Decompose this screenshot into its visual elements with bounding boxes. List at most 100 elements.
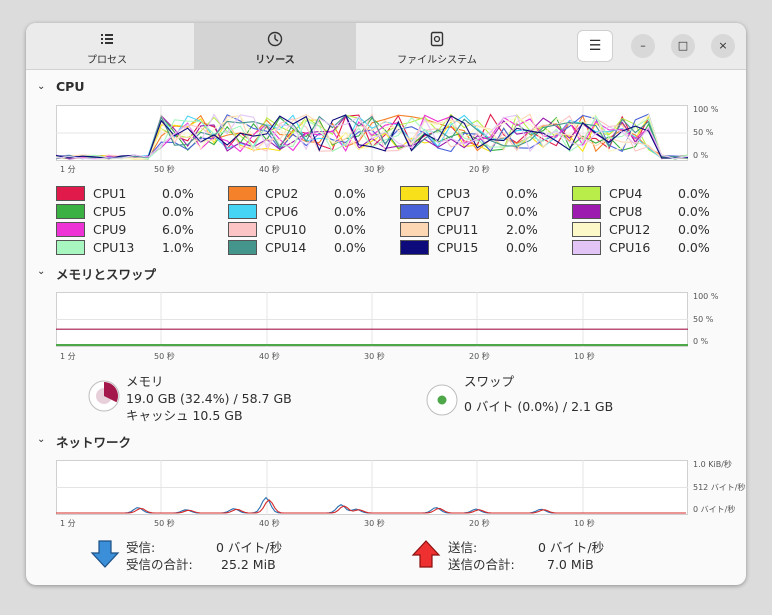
swap-pie-icon[interactable] [426,384,458,416]
cpu-color-swatch[interactable] [228,240,257,255]
network-x-tick: 20 秒 [469,519,490,528]
cpu-x-tick: 1 分 [60,165,76,174]
memory-y-tick: 0 % [693,337,709,346]
cpu-usage-value: 0.0% [678,240,710,255]
receive-rate: 0 バイト/秒 [216,540,283,555]
tab-resources[interactable]: リソース [194,23,356,69]
cpu-legend-item: CPU9 6.0% [56,222,226,239]
cpu-x-tick: 20 秒 [469,165,490,174]
header-bar: プロセス リソース ファイルシステム ☰ – □ × [26,23,746,70]
cpu-expander-chevron-icon[interactable]: ⌄ [37,81,45,92]
memory-y-tick: 100 % [693,292,719,301]
cpu-name: CPU15 [437,240,479,255]
cpu-legend-item: CPU6 0.0% [228,204,398,221]
cpu-name: CPU6 [265,204,299,219]
cpu-color-swatch[interactable] [400,222,429,237]
memory-pie-icon[interactable] [88,380,120,412]
cpu-color-swatch[interactable] [400,204,429,219]
cpu-usage-value: 0.0% [334,186,366,201]
memory-graph-canvas [56,292,688,347]
receive-total-label: 受信の合計: [126,557,193,572]
cpu-usage-value: 0.0% [334,222,366,237]
cpu-legend-item: CPU13 1.0% [56,240,226,257]
maximize-button[interactable]: □ [671,34,695,58]
cpu-legend-item: CPU7 0.0% [400,204,570,221]
network-x-tick: 30 秒 [364,519,385,528]
network-section-title[interactable]: ネットワーク [56,432,131,451]
cpu-legend-item: CPU11 2.0% [400,222,570,239]
cpu-legend-item: CPU10 0.0% [228,222,398,239]
cpu-color-swatch[interactable] [228,186,257,201]
cpu-name: CPU13 [93,240,135,255]
cpu-usage-value: 0.0% [162,204,194,219]
cpu-usage-value: 0.0% [334,240,366,255]
cpu-x-tick: 10 秒 [574,165,595,174]
list-icon [101,34,113,44]
main-menu-button[interactable]: ☰ [577,30,613,62]
cpu-legend-item: CPU1 0.0% [56,186,226,203]
tab-filesystems-label: ファイルシステム [397,55,477,66]
cpu-color-swatch[interactable] [56,222,85,237]
tab-filesystems[interactable]: ファイルシステム [356,23,518,69]
system-monitor-window: プロセス リソース ファイルシステム ☰ – □ × ⌄ CPU 100 % 5… [26,23,746,585]
memory-label: メモリ [126,374,164,389]
cpu-color-swatch[interactable] [228,204,257,219]
cpu-color-swatch[interactable] [400,240,429,255]
memory-cache: キャッシュ 10.5 GB [126,408,243,423]
tab-resources-label: リソース [255,55,295,66]
receive-arrow-icon[interactable] [90,539,120,569]
cpu-usage-value: 0.0% [506,240,538,255]
cpu-legend-item: CPU14 0.0% [228,240,398,257]
close-icon: × [718,39,728,52]
network-x-tick: 50 秒 [154,519,175,528]
maximize-icon: □ [677,39,689,52]
cpu-usage-value: 0.0% [506,204,538,219]
memory-y-tick: 50 % [693,315,714,324]
network-x-tick: 40 秒 [259,519,280,528]
cpu-color-swatch[interactable] [228,222,257,237]
memory-x-tick: 10 秒 [574,352,595,361]
memory-x-tick: 1 分 [60,352,76,361]
cpu-name: CPU7 [437,204,471,219]
cpu-section-title[interactable]: CPU [56,79,85,94]
network-y-tick: 1.0 KiB/秒 [693,460,732,469]
cpu-usage-value: 0.0% [334,204,366,219]
cpu-name: CPU11 [437,222,479,237]
cpu-name: CPU16 [609,240,651,255]
cpu-color-swatch[interactable] [56,204,85,219]
cpu-name: CPU3 [437,186,471,201]
send-arrow-icon[interactable] [411,539,441,569]
cpu-legend-item: CPU16 0.0% [572,240,742,257]
receive-label: 受信: [126,540,156,555]
tab-processes-label: プロセス [87,55,127,66]
cpu-color-swatch[interactable] [56,186,85,201]
cpu-x-tick: 40 秒 [259,165,280,174]
network-y-tick: 0 バイト/秒 [693,505,736,514]
cpu-name: CPU9 [93,222,127,237]
cpu-legend-item: CPU2 0.0% [228,186,398,203]
cpu-x-tick: 50 秒 [154,165,175,174]
cpu-color-swatch[interactable] [572,186,601,201]
memory-x-tick: 30 秒 [364,352,385,361]
cpu-color-swatch[interactable] [56,240,85,255]
network-expander-chevron-icon[interactable]: ⌄ [37,434,45,445]
minimize-icon: – [640,39,646,52]
cpu-name: CPU10 [265,222,307,237]
memory-expander-chevron-icon[interactable]: ⌄ [37,266,45,277]
cpu-color-swatch[interactable] [572,204,601,219]
close-button[interactable]: × [711,34,735,58]
minimize-button[interactable]: – [631,34,655,58]
cpu-color-swatch[interactable] [572,222,601,237]
cpu-y-tick: 50 % [693,128,714,137]
cpu-usage-value: 2.0% [506,222,538,237]
cpu-color-swatch[interactable] [400,186,429,201]
network-graph-canvas [56,460,688,515]
cpu-legend-item: CPU5 0.0% [56,204,226,221]
cpu-color-swatch[interactable] [572,240,601,255]
gauge-icon [267,31,283,47]
tab-processes[interactable]: プロセス [26,23,188,69]
cpu-legend-item: CPU8 0.0% [572,204,742,221]
cpu-usage-value: 0.0% [506,186,538,201]
send-label: 送信: [448,540,478,555]
memory-section-title[interactable]: メモリとスワップ [56,264,156,283]
